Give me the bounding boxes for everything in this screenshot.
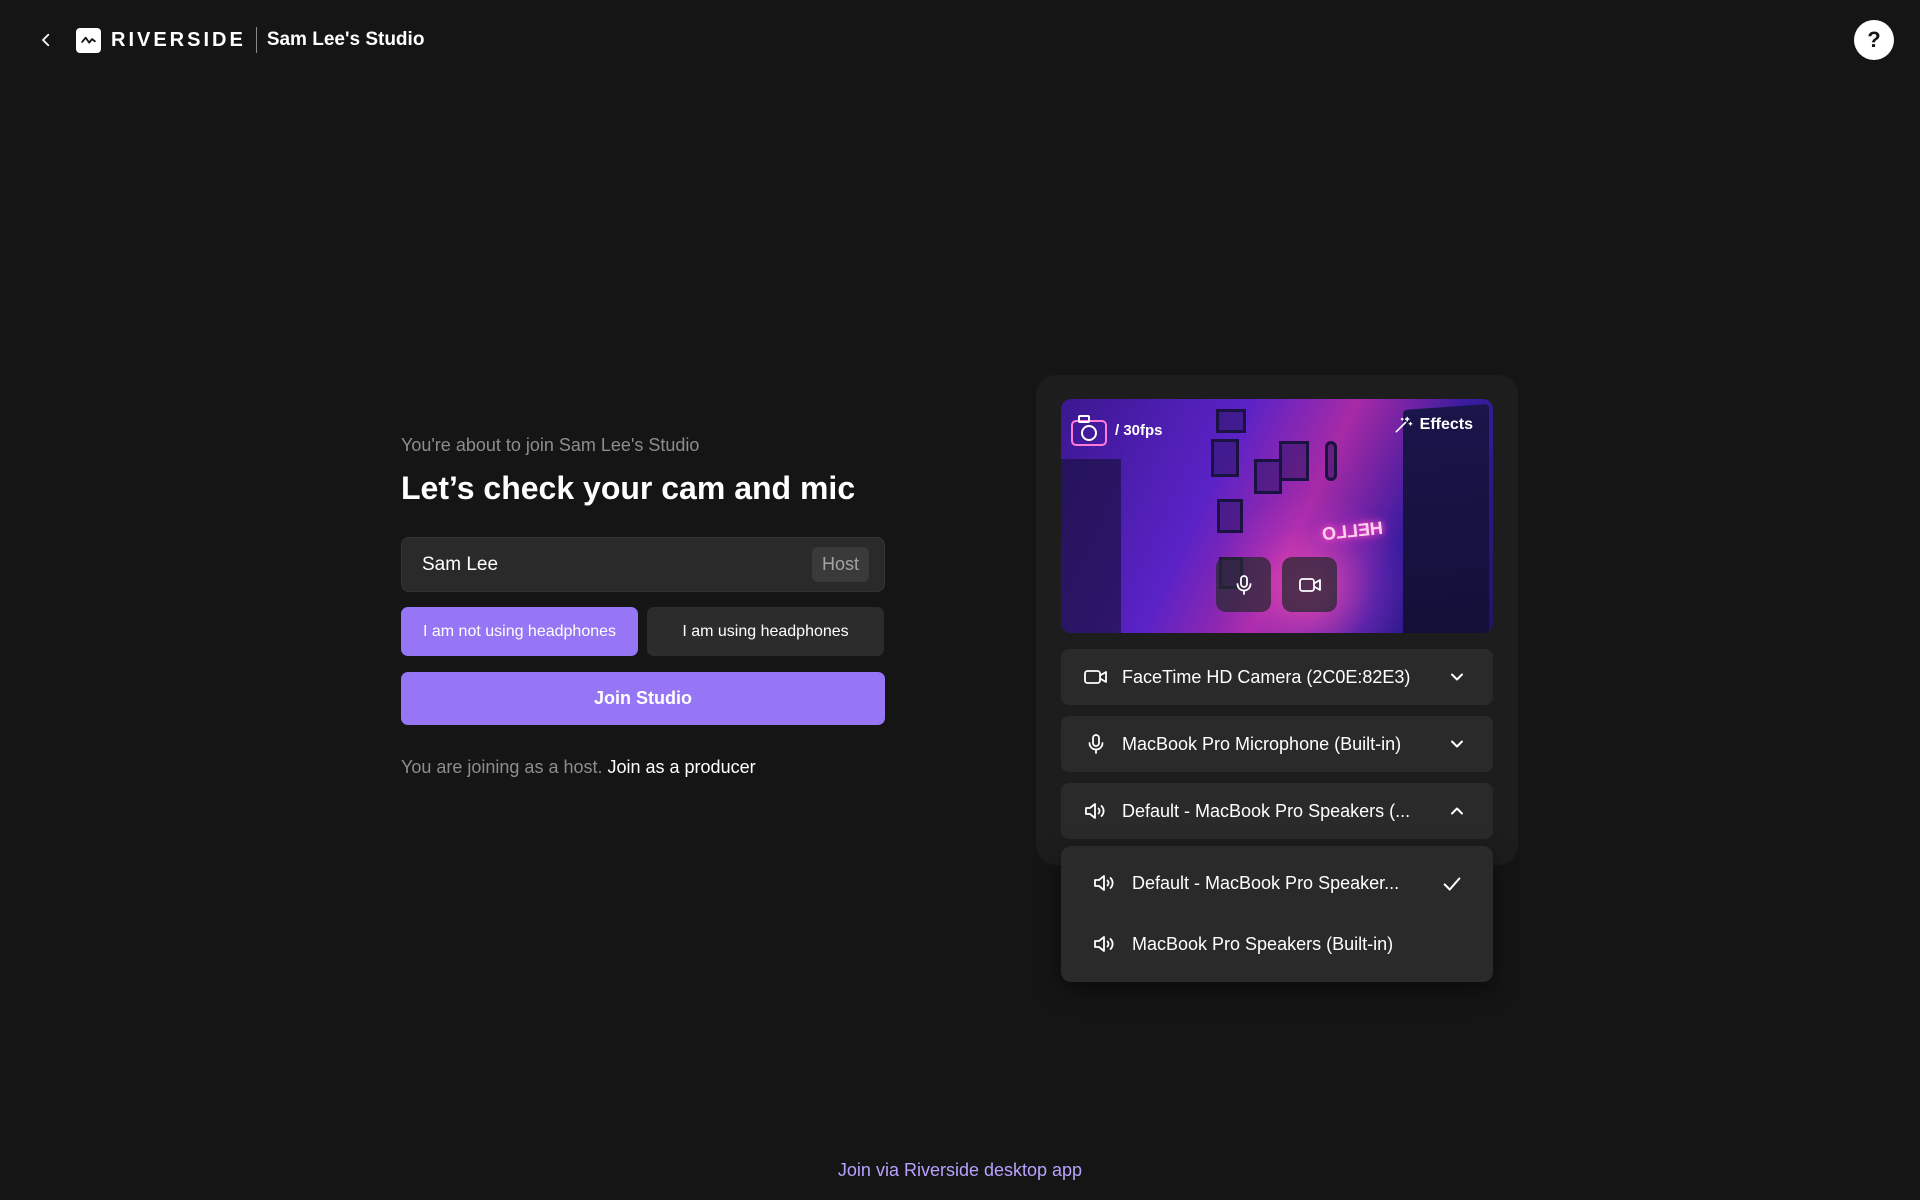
camera-select-value: FaceTime HD Camera (2C0E:82E3) [1122, 666, 1411, 687]
video-camera-icon [1082, 665, 1110, 689]
chevron-left-icon [42, 33, 50, 47]
preview-frame [1211, 439, 1239, 477]
microphone-select[interactable]: MacBook Pro Microphone (Built-in) [1061, 716, 1493, 772]
camera-toggle-button[interactable] [1282, 557, 1337, 612]
preview-shelf [1061, 459, 1121, 633]
video-camera-icon [1298, 577, 1321, 592]
speaker-icon [1091, 932, 1119, 956]
top-bar: RIVERSIDE Sam Lee's Studio ? [0, 0, 1920, 80]
using-headphones-button[interactable]: I am using headphones [647, 607, 884, 656]
preview-frame [1216, 409, 1246, 433]
preview-frame [1217, 499, 1243, 533]
joining-as-text: You are joining as a host. [401, 757, 603, 777]
resolution-text: / 30fps [1115, 421, 1163, 439]
brand-divider [255, 27, 257, 53]
join-as-producer-link[interactable]: Join as a producer [608, 757, 756, 777]
back-button[interactable] [32, 26, 60, 54]
speaker-option-label: MacBook Pro Speakers (Built-in) [1132, 933, 1394, 954]
help-button[interactable]: ? [1854, 20, 1894, 60]
camera-preview: HELLO / 30fps Effects [1061, 399, 1493, 633]
magic-wand-icon [1395, 416, 1413, 433]
join-role-note: You are joining as a host. Join as a pro… [401, 757, 885, 778]
brand: RIVERSIDE Sam Lee's Studio [76, 26, 424, 54]
name-field: Host [401, 537, 885, 592]
riverside-logo-icon [76, 27, 101, 53]
speaker-icon [1091, 871, 1119, 895]
preview-door [1403, 403, 1489, 633]
chevron-down-icon [1451, 740, 1463, 748]
effects-label: Effects [1419, 416, 1473, 433]
microphone-icon [1082, 732, 1110, 756]
page-title: Let’s check your cam and mic [401, 470, 856, 506]
speaker-option-label: Default - MacBook Pro Speaker... [1132, 872, 1400, 893]
speaker-icon [1082, 799, 1110, 823]
checkmark-icon [1443, 877, 1461, 891]
speaker-option[interactable]: Default - MacBook Pro Speaker... [1061, 858, 1493, 908]
speaker-option[interactable]: MacBook Pro Speakers (Built-in) [1061, 919, 1493, 969]
join-desktop-app-link[interactable]: Join via Riverside desktop app [0, 1160, 1920, 1181]
preview-frame [1325, 441, 1337, 481]
speaker-dropdown: Default - MacBook Pro Speaker... MacBook… [1061, 846, 1493, 982]
preview-frame [1279, 441, 1309, 481]
microphone-icon [1236, 574, 1251, 595]
role-badge: Host [811, 547, 869, 582]
effects-button[interactable]: Effects [1393, 415, 1473, 435]
camera-icon [1071, 415, 1107, 446]
help-icon: ? [1867, 27, 1881, 52]
chevron-up-icon [1451, 807, 1463, 815]
headphones-toggle: I am not using headphones I am using hea… [401, 607, 885, 656]
join-form: You're about to join Sam Lee's Studio Le… [401, 432, 885, 778]
preview-frame [1254, 459, 1282, 494]
resolution-label: / 30fps [1069, 409, 1163, 451]
speaker-select-value: Default - MacBook Pro Speakers (... [1122, 800, 1411, 821]
join-subtitle: You're about to join Sam Lee's Studio [401, 435, 700, 455]
camera-select[interactable]: FaceTime HD Camera (2C0E:82E3) [1061, 649, 1493, 705]
logo-wordmark: RIVERSIDE [111, 28, 246, 51]
chevron-down-icon [1451, 673, 1463, 681]
studio-name: Sam Lee's Studio [266, 29, 425, 50]
not-using-headphones-button[interactable]: I am not using headphones [401, 607, 638, 656]
microphone-select-value: MacBook Pro Microphone (Built-in) [1122, 733, 1402, 754]
mic-toggle-button[interactable] [1216, 557, 1271, 612]
speaker-select[interactable]: Default - MacBook Pro Speakers (... [1061, 783, 1493, 839]
join-studio-button[interactable]: Join Studio [401, 672, 885, 725]
